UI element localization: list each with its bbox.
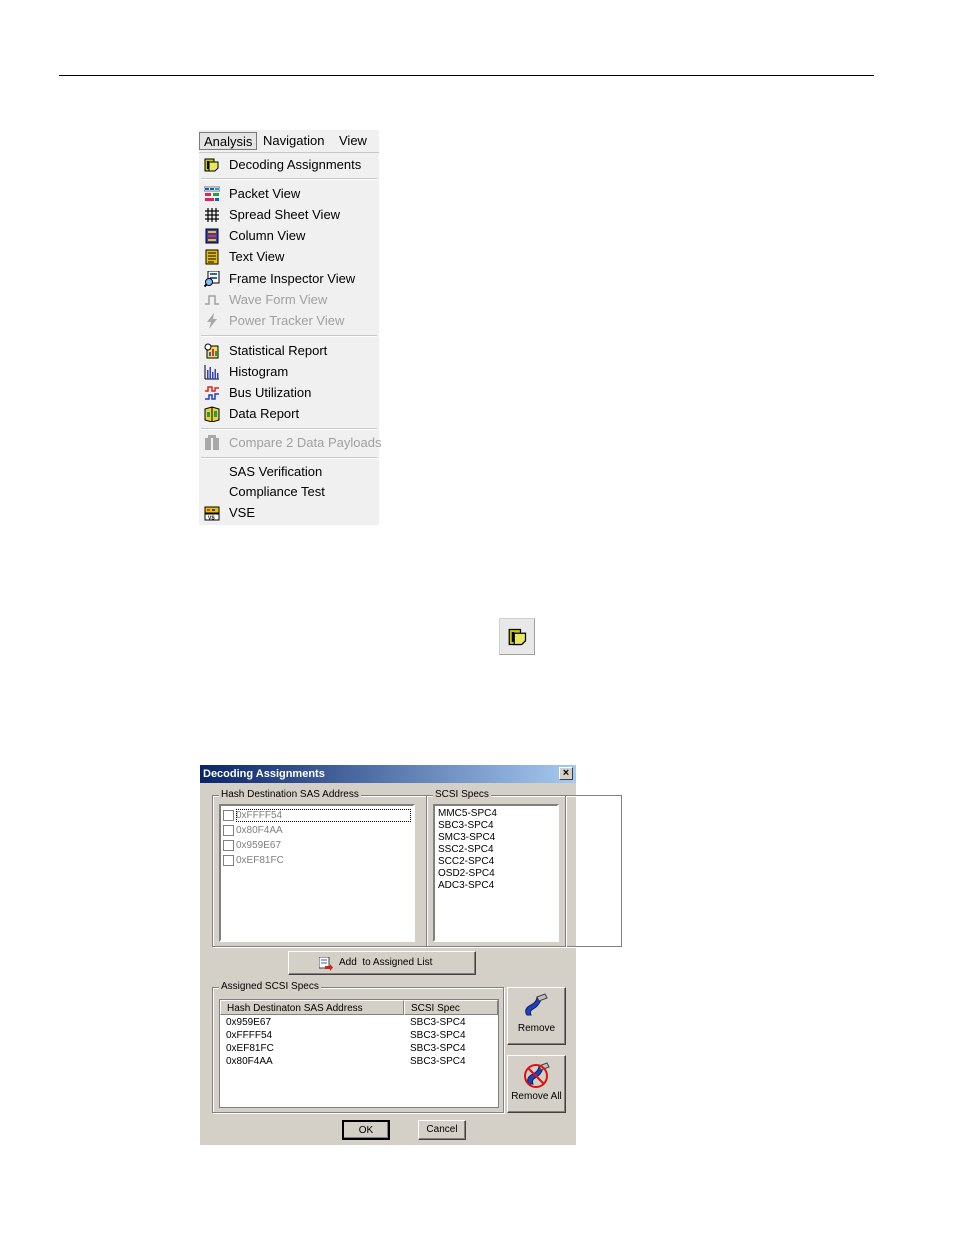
menu-item-text-view[interactable]: Text View [199, 247, 379, 267]
scsi-spec-item[interactable]: SCC2-SPC4 [438, 856, 494, 868]
menu-separator [201, 428, 377, 430]
close-button[interactable]: × [559, 767, 573, 780]
menu-item-waveform-view: Wave Form View [199, 290, 379, 310]
decoding-assignments-toolbar-button[interactable] [499, 618, 535, 655]
decoding-assignments-icon [204, 158, 219, 172]
svg-text:VS: VS [208, 516, 215, 522]
decoding-assignments-dialog: Decoding Assignments × Hash Destination … [200, 765, 622, 1145]
menu-item-sas-verification[interactable]: SAS Verification [199, 462, 379, 482]
waveform-icon [205, 295, 219, 305]
add-list-icon [319, 957, 333, 971]
menu-item-spreadsheet-view[interactable]: Spread Sheet View [199, 205, 379, 225]
remove-all-label: Remove All [511, 1091, 562, 1102]
add-button-label: Add to Assigned List [339, 957, 433, 968]
menu-view[interactable]: View [339, 132, 367, 150]
menu-item-compliance-test[interactable]: Compliance Test [199, 482, 379, 502]
focus-rectangle [236, 809, 411, 822]
menu-separator [201, 457, 377, 459]
menu-separator [201, 178, 377, 180]
hash-address-list[interactable]: 0xFFFF54 0x80F4AA 0x959E67 0xEF81FC [219, 804, 415, 942]
add-to-assigned-list-button[interactable]: Add to Assigned List [288, 951, 476, 975]
assigned-specs-group: Assigned SCSI Specs Hash Destinaton SAS … [212, 980, 504, 1113]
assigned-group-label: Assigned SCSI Specs [219, 980, 321, 994]
menu-item-decoding-assignments[interactable]: Decoding Assignments [199, 155, 379, 175]
menu-navigation[interactable]: Navigation [263, 132, 324, 150]
frame-inspector-icon [204, 271, 220, 287]
scsi-spec-item[interactable]: SBC3-SPC4 [438, 820, 494, 832]
hash-address-checkbox[interactable] [223, 855, 234, 866]
bus-utilization-icon [205, 386, 219, 400]
hash-group-label: Hash Destination SAS Address [219, 788, 361, 802]
remove-all-icon [524, 1062, 550, 1088]
scsi-spec-item[interactable]: SMC3-SPC4 [438, 832, 495, 844]
scsi-spec-item[interactable]: ADC3-SPC4 [438, 880, 494, 892]
decoding-assignments-icon [508, 628, 527, 646]
header-rule [59, 75, 874, 76]
menu-analysis[interactable]: Analysis [199, 132, 258, 150]
assigned-specs-table[interactable]: Hash Destinaton SAS Address SCSI Spec 0x… [219, 999, 499, 1108]
menu-item-power-tracker-view: Power Tracker View [199, 311, 379, 331]
scsi-spec-item[interactable]: OSD2-SPC4 [438, 868, 495, 880]
hash-address-checkbox[interactable] [223, 840, 234, 851]
analysis-menu: Analysis Navigation View Decoding Assign… [199, 130, 381, 525]
compare-payloads-icon [205, 435, 219, 450]
text-view-icon [205, 249, 219, 265]
column-header-address[interactable]: Hash Destinaton SAS Address [220, 1000, 404, 1015]
menu-item-packet-view[interactable]: Packet View [199, 184, 379, 204]
statistical-report-icon [204, 343, 219, 359]
scsi-spec-item[interactable]: SSC2-SPC4 [438, 844, 494, 856]
menu-bar: Analysis Navigation View [199, 130, 379, 153]
menu-item-histogram[interactable]: Histogram [199, 362, 379, 382]
data-report-icon [204, 406, 220, 422]
remove-button[interactable]: Remove [507, 987, 566, 1045]
column-header-scsi-spec[interactable]: SCSI Spec [404, 1000, 498, 1015]
scsi-specs-list[interactable]: MMC5-SPC4 SBC3-SPC4 SMC3-SPC4 SSC2-SPC4 … [433, 804, 559, 942]
menu-item-statistical-report[interactable]: Statistical Report [199, 341, 379, 361]
histogram-icon [204, 365, 219, 380]
hash-address-checkbox[interactable] [223, 810, 234, 821]
scsi-spec-item[interactable]: MMC5-SPC4 [438, 808, 497, 820]
remove-all-button[interactable]: Remove All [507, 1055, 566, 1113]
cancel-button[interactable]: Cancel [418, 1120, 466, 1140]
menu-item-bus-utilization[interactable]: Bus Utilization [199, 383, 379, 403]
close-icon: × [562, 767, 570, 779]
ok-button[interactable]: OK [342, 1120, 390, 1140]
menu-item-vse[interactable]: VS VSE [199, 503, 379, 523]
menu-item-data-report[interactable]: Data Report [199, 404, 379, 424]
power-tracker-icon [207, 313, 217, 329]
spreadsheet-view-icon [205, 208, 219, 222]
packet-view-icon [204, 186, 220, 201]
remove-icon [525, 993, 548, 1016]
dialog-titlebar: Decoding Assignments × [200, 765, 576, 783]
hash-address-checkbox[interactable] [223, 825, 234, 836]
menu-separator [201, 335, 377, 337]
remove-label: Remove [517, 1023, 556, 1034]
menu-item-frame-inspector-view[interactable]: Frame Inspector View [199, 269, 379, 289]
menu-item-column-view[interactable]: Column View [199, 226, 379, 246]
scsi-specs-group: SCSI Specs MMC5-SPC4 SBC3-SPC4 SMC3-SPC4… [426, 788, 566, 947]
scsi-group-label: SCSI Specs [433, 788, 491, 802]
dialog-title: Decoding Assignments [203, 768, 325, 780]
vse-icon: VS [204, 506, 220, 522]
column-view-icon [205, 228, 219, 244]
menu-item-compare-payloads: Compare 2 Data Payloads [199, 433, 381, 453]
